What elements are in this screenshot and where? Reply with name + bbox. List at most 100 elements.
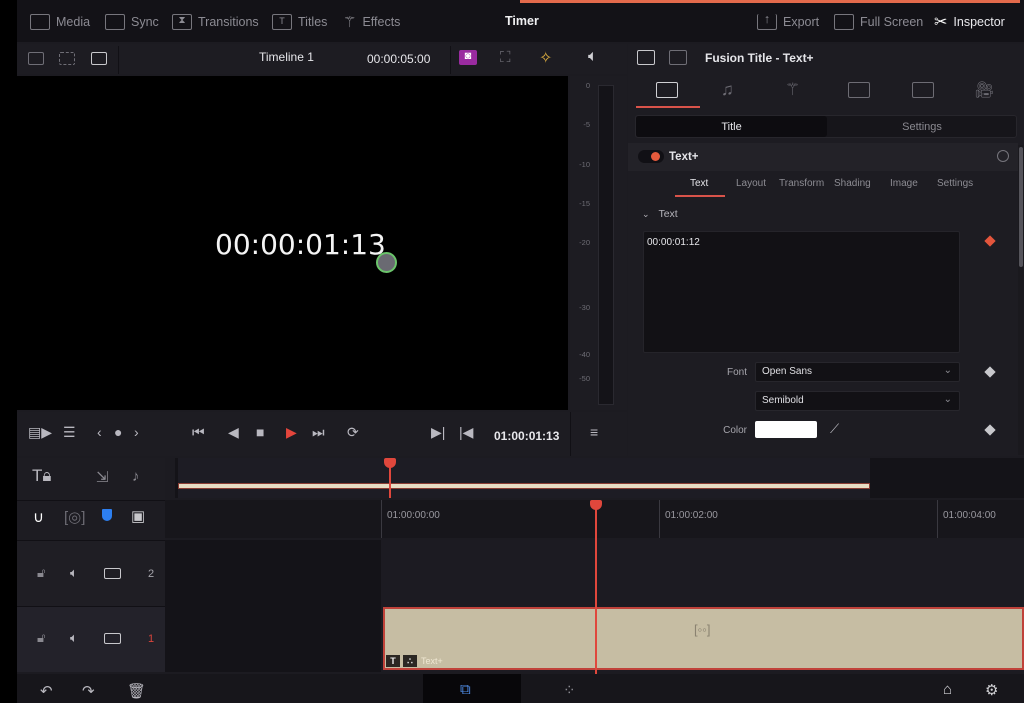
inspector-button[interactable]: ✂ Inspector bbox=[934, 12, 1005, 32]
subtab-layout[interactable]: Layout bbox=[736, 178, 766, 189]
export-icon: ↑ bbox=[757, 13, 777, 30]
effects-button[interactable]: ⚚ Effects bbox=[343, 12, 400, 32]
subtab-settings[interactable]: Settings bbox=[937, 178, 973, 189]
ruler-label: 01:00:00:00 bbox=[387, 510, 440, 521]
clip-label: Text+ bbox=[421, 656, 443, 666]
snapping-icon[interactable]: ∪ bbox=[33, 508, 44, 526]
media-button[interactable]: Media bbox=[30, 12, 90, 32]
titles-button[interactable]: T Titles bbox=[272, 12, 327, 32]
node-name: Text+ bbox=[669, 151, 699, 163]
redo-icon[interactable]: ↷ bbox=[82, 682, 95, 700]
meter-label: 0 bbox=[585, 81, 590, 90]
titles-icon: T bbox=[272, 14, 292, 30]
viewer-overlay-text: 00:00:01:13 bbox=[215, 228, 386, 261]
speaker-icon[interactable]: 🔈︎ bbox=[588, 48, 598, 66]
font-style-dropdown[interactable]: Semibold ⌄ bbox=[755, 391, 960, 411]
inspector-icon: ✂ bbox=[934, 14, 948, 31]
go-to-start-button[interactable]: ⏮ bbox=[192, 424, 205, 441]
chevron-down-icon: ⌄ bbox=[943, 365, 952, 376]
fusion-page-icon[interactable]: ⁘ bbox=[563, 681, 576, 699]
transitions-button[interactable]: ⧗ Transitions bbox=[172, 12, 259, 32]
progress-accent-line bbox=[520, 0, 1020, 3]
cut-page-icon[interactable]: ⧉ bbox=[460, 681, 471, 698]
image-tab-icon[interactable] bbox=[912, 82, 934, 98]
settings-segment[interactable]: Settings bbox=[828, 116, 1016, 137]
active-subtab-indicator bbox=[675, 195, 725, 197]
title-lock-icon[interactable]: T🔒︎ bbox=[32, 466, 51, 486]
timeline-duration: 00:00:05:00 bbox=[367, 52, 431, 66]
go-to-end-button[interactable]: ⏭ bbox=[312, 424, 325, 441]
audio-tab-icon[interactable]: ♫ bbox=[721, 80, 734, 100]
toggle-knob bbox=[651, 152, 660, 161]
text-section-header[interactable]: ⌄ Text bbox=[642, 208, 678, 220]
audio-mute-icon[interactable]: 🔈︎ bbox=[70, 630, 78, 646]
stop-button[interactable]: ■ bbox=[256, 424, 264, 440]
subtab-shading[interactable]: Shading bbox=[834, 178, 871, 189]
delete-icon[interactable]: 🗑︎ bbox=[127, 682, 146, 700]
text-plus-clip[interactable] bbox=[383, 607, 1024, 670]
ruler-tick bbox=[381, 500, 382, 538]
video-enable-icon[interactable] bbox=[104, 568, 121, 579]
scrollbar-thumb[interactable] bbox=[1019, 147, 1023, 267]
subtab-text[interactable]: Text bbox=[690, 178, 708, 189]
subtab-transform[interactable]: Transform bbox=[779, 178, 824, 189]
effects-tab-icon[interactable]: ⚚ bbox=[785, 80, 800, 100]
audio-mute-icon[interactable]: 🔈︎ bbox=[70, 565, 78, 581]
dual-viewer-icon[interactable] bbox=[59, 52, 75, 65]
color-swatch[interactable] bbox=[755, 421, 817, 438]
flag-icon[interactable] bbox=[102, 509, 112, 521]
fusion-clip-icon: [◦◦] bbox=[694, 622, 711, 637]
insert-video-icon[interactable]: ⇲ bbox=[96, 468, 109, 486]
mark-out-button[interactable]: |◀ bbox=[459, 424, 473, 441]
linked-selection-icon[interactable]: [◎] bbox=[64, 508, 85, 526]
current-timecode[interactable]: 01:00:01:13 bbox=[494, 429, 559, 443]
mark-in-button[interactable]: ▶| bbox=[431, 424, 445, 441]
menu-icon[interactable]: ≡ bbox=[590, 424, 598, 440]
color-effects-icon[interactable]: ✧ bbox=[539, 48, 552, 68]
inspector-image-icon[interactable] bbox=[637, 50, 655, 65]
reset-icon[interactable] bbox=[997, 150, 1009, 162]
transition-tab-icon[interactable] bbox=[848, 82, 870, 98]
prev-marker-icon[interactable]: ‹ bbox=[97, 424, 102, 440]
media-icon bbox=[30, 14, 50, 30]
home-icon[interactable]: ⌂ bbox=[943, 681, 952, 698]
meter-label: -10 bbox=[579, 160, 590, 169]
lock-icon[interactable]: 🔓︎ bbox=[37, 565, 45, 581]
add-marker-icon[interactable]: ▣ bbox=[131, 507, 145, 525]
camera-tab-icon[interactable]: 🎥︎ bbox=[974, 80, 994, 100]
undo-icon[interactable]: ↶ bbox=[40, 682, 53, 700]
lock-icon[interactable]: 🔓︎ bbox=[37, 630, 45, 646]
meter-label: -5 bbox=[583, 120, 590, 129]
playback-mode-icon[interactable]: ▤▶ bbox=[28, 424, 52, 441]
safe-area-icon[interactable]: ◙ bbox=[459, 50, 477, 65]
play-button[interactable]: ▶ bbox=[286, 424, 297, 441]
play-reverse-button[interactable]: ◀ bbox=[228, 424, 239, 441]
video-tab-icon[interactable] bbox=[656, 82, 678, 98]
video-enable-icon[interactable] bbox=[104, 633, 121, 644]
subtab-image[interactable]: Image bbox=[890, 178, 918, 189]
playhead[interactable] bbox=[595, 505, 597, 675]
styled-text-input[interactable]: 00:00:01:12 bbox=[643, 231, 960, 353]
fullscreen-button[interactable]: Full Screen bbox=[834, 12, 923, 32]
marker-icon[interactable]: ● bbox=[114, 424, 122, 440]
eyedropper-icon[interactable]: ⟋ bbox=[830, 421, 839, 437]
adjust-icon[interactable]: ☰ bbox=[63, 424, 76, 441]
media-label: Media bbox=[56, 15, 91, 29]
active-tab-indicator bbox=[636, 106, 700, 108]
font-dropdown[interactable]: Open Sans ⌄ bbox=[755, 362, 960, 382]
inspector-layout-icon[interactable] bbox=[669, 50, 687, 65]
next-marker-icon[interactable]: › bbox=[134, 424, 139, 440]
transform-icon[interactable]: ⛶ bbox=[500, 49, 511, 66]
timeline-name[interactable]: Timeline 1 bbox=[259, 50, 314, 64]
settings-icon[interactable]: ⚙ bbox=[985, 681, 998, 699]
mini-timeline-clip bbox=[178, 483, 870, 489]
single-viewer-icon[interactable] bbox=[28, 52, 44, 65]
viewer-layout-icon[interactable] bbox=[91, 52, 107, 65]
export-button[interactable]: ↑ Export bbox=[757, 12, 819, 32]
chevron-down-icon: ⌄ bbox=[943, 394, 952, 405]
loop-button[interactable]: ⟳ bbox=[347, 424, 359, 441]
insert-audio-icon[interactable]: ♪ bbox=[132, 468, 140, 485]
ruler-label: 01:00:02:00 bbox=[665, 510, 718, 521]
sync-button[interactable]: Sync bbox=[105, 12, 159, 32]
title-segment[interactable]: Title bbox=[636, 116, 827, 137]
